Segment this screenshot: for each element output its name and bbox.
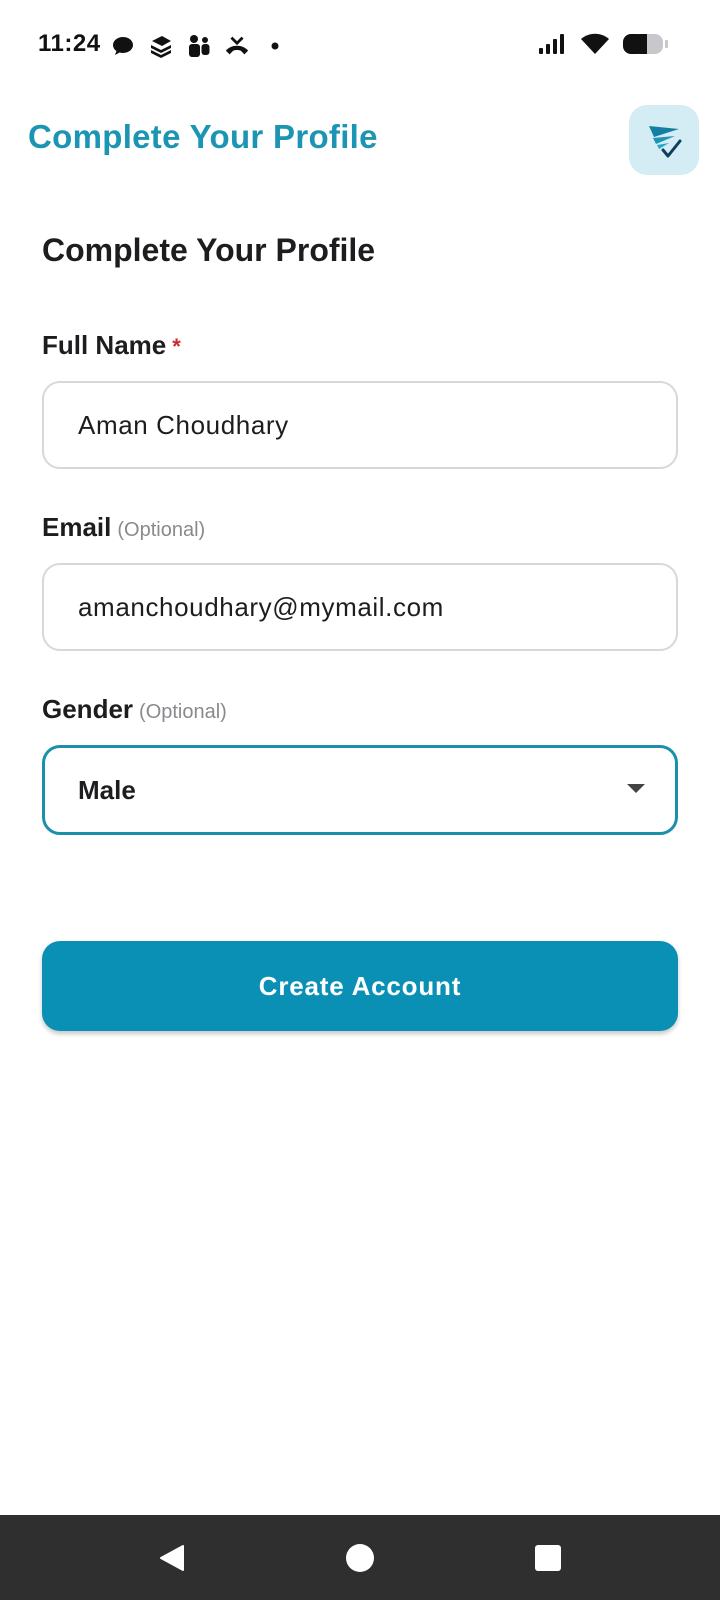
full-name-label: Full Name * xyxy=(42,330,181,361)
signal-icon xyxy=(538,33,568,60)
teams-icon xyxy=(186,33,212,59)
create-account-label: Create Account xyxy=(258,970,462,1001)
create-account-button[interactable]: Create Account xyxy=(42,941,678,1031)
layers-icon xyxy=(148,33,174,59)
email-label-text: Email xyxy=(42,512,112,542)
missed-call-icon xyxy=(224,33,250,59)
gender-label: Gender (Optional) xyxy=(42,694,227,725)
wifi-icon xyxy=(580,32,610,61)
email-label: Email (Optional) xyxy=(42,512,205,543)
battery-icon xyxy=(622,32,670,61)
form-heading: Complete Your Profile xyxy=(42,232,376,268)
required-marker: * xyxy=(172,334,181,359)
dot-icon xyxy=(262,33,288,59)
status-time: 11:24 xyxy=(38,30,101,57)
gender-selected-value: Male xyxy=(78,774,136,805)
gender-select[interactable]: Male xyxy=(42,745,678,835)
app-logo-icon[interactable] xyxy=(629,105,699,175)
email-input[interactable]: amanchoudhary@mymail.com xyxy=(42,563,678,651)
system-icons xyxy=(538,31,670,61)
back-icon[interactable] xyxy=(155,1541,189,1575)
dropdown-arrow-icon[interactable] xyxy=(627,784,645,793)
system-nav-bar xyxy=(0,1515,720,1600)
full-name-label-text: Full Name xyxy=(42,330,167,360)
app-header: Complete Your Profile xyxy=(0,100,720,180)
chat-bubble-icon xyxy=(110,33,136,59)
gender-label-text: Gender xyxy=(42,694,134,724)
page-title: Complete Your Profile xyxy=(28,118,378,155)
gender-optional-hint: (Optional) xyxy=(139,701,227,723)
status-bar: 11:24 xyxy=(0,0,720,90)
notification-icons xyxy=(110,30,288,62)
recents-icon[interactable] xyxy=(531,1541,565,1575)
full-name-input[interactable]: Aman Choudhary xyxy=(42,381,678,469)
email-optional-hint: (Optional) xyxy=(117,519,206,541)
home-icon[interactable] xyxy=(343,1541,377,1575)
